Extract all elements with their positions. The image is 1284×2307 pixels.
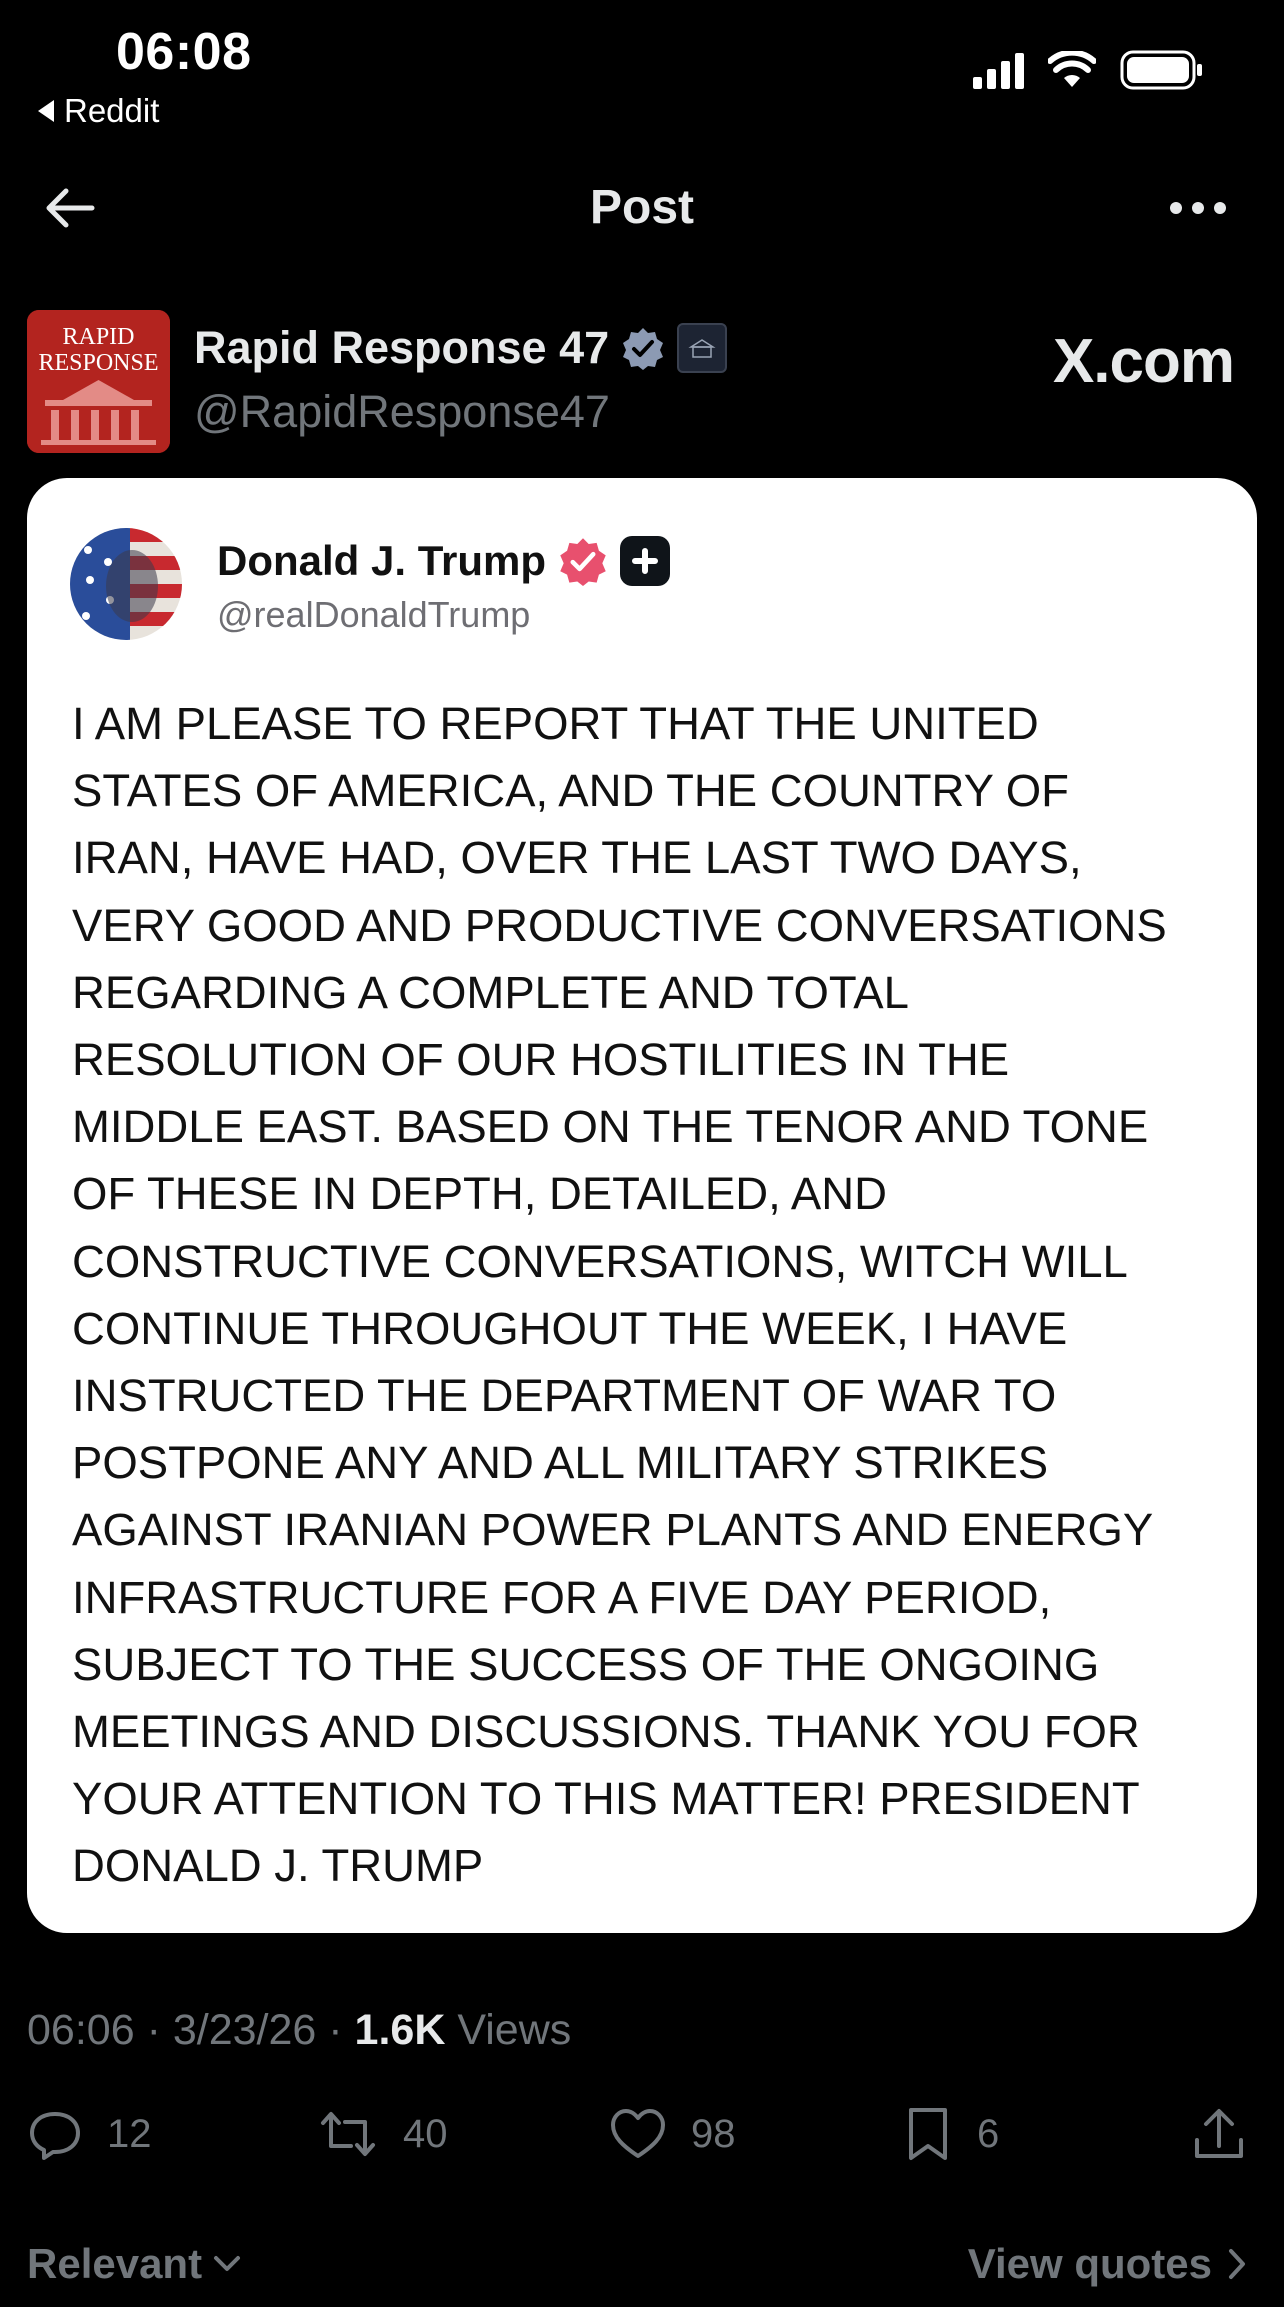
views-count: 1.6K	[354, 2006, 446, 2054]
xcom-watermark: X.com	[1052, 327, 1235, 396]
views-label: Views	[457, 2006, 572, 2054]
bookmark-icon	[909, 2108, 947, 2160]
author-handle: @RapidResponse47	[194, 386, 610, 437]
repost-count: 40	[403, 2111, 448, 2156]
post-meta: 06:06 · 3/23/26 · 1.6K Views	[27, 2006, 571, 2055]
bookmark-count: 6	[977, 2111, 1000, 2156]
back-app-label: Reddit	[64, 92, 160, 129]
author-name-row[interactable]: Rapid Response 47	[194, 322, 728, 374]
verified-badge-icon	[560, 538, 606, 586]
repost-icon	[321, 2112, 375, 2156]
action-bar: 12 40 98 6	[27, 2106, 1257, 2166]
svg-text:RAPID: RAPID	[62, 324, 134, 350]
heart-icon	[611, 2109, 665, 2158]
meta-separator: ·	[146, 2006, 161, 2054]
status-time: 06:08	[116, 23, 252, 81]
cellular-signal-icon	[973, 51, 1024, 89]
embedded-post-name: Donald J. Trump	[217, 537, 547, 584]
post-date: 3/23/26	[172, 2006, 317, 2054]
sort-label: Relevant	[27, 2240, 203, 2287]
plus-badge-icon	[620, 536, 671, 586]
reply-button[interactable]: 12	[27, 2106, 152, 2162]
like-count: 98	[691, 2111, 736, 2156]
back-triangle-icon	[38, 100, 54, 122]
embedded-post-avatar[interactable]	[70, 528, 182, 640]
post-screen: 06:08 Reddit Post RAPID RESPONSE Rapid R…	[0, 0, 1284, 2307]
embedded-post-text: I AM PLEASE TO REPORT THAT THE UNITED ST…	[72, 698, 1167, 1892]
battery-icon	[1120, 50, 1202, 90]
share-icon	[1195, 2109, 1243, 2158]
svg-text:RESPONSE: RESPONSE	[38, 350, 158, 376]
reply-icon	[30, 2112, 80, 2160]
bookmark-button[interactable]: 6	[903, 2106, 999, 2162]
view-quotes-link[interactable]: View quotes	[968, 2240, 1246, 2288]
wifi-icon	[1048, 51, 1096, 87]
status-icons	[973, 50, 1204, 90]
more-options-icon[interactable]	[1166, 190, 1230, 226]
chevron-down-icon	[214, 2256, 241, 2271]
reply-count: 12	[107, 2111, 152, 2156]
embedded-post-name-row[interactable]: Donald J. Trump	[217, 536, 671, 586]
back-to-app-link[interactable]: Reddit	[38, 92, 159, 130]
view-quotes-label: View quotes	[967, 2240, 1212, 2287]
embedded-post-handle: @realDonaldTrump	[217, 594, 531, 635]
white-house-badge-icon	[677, 323, 728, 373]
verified-badge-icon	[623, 328, 664, 370]
author-name: Rapid Response 47	[194, 322, 610, 373]
repost-button[interactable]: 40	[317, 2106, 448, 2162]
embedded-post-card[interactable]: Donald J. Trump @realDonaldTrump I AM PL…	[27, 478, 1257, 1933]
chevron-right-icon	[1229, 2249, 1245, 2279]
like-button[interactable]: 98	[609, 2106, 736, 2162]
page-title: Post	[589, 181, 694, 234]
sort-dropdown[interactable]: Relevant	[27, 2240, 242, 2288]
share-button[interactable]	[1191, 2106, 1247, 2162]
meta-separator: ·	[328, 2006, 343, 2054]
post-time: 06:06	[27, 2006, 135, 2054]
author-avatar[interactable]: RAPID RESPONSE	[27, 310, 170, 453]
